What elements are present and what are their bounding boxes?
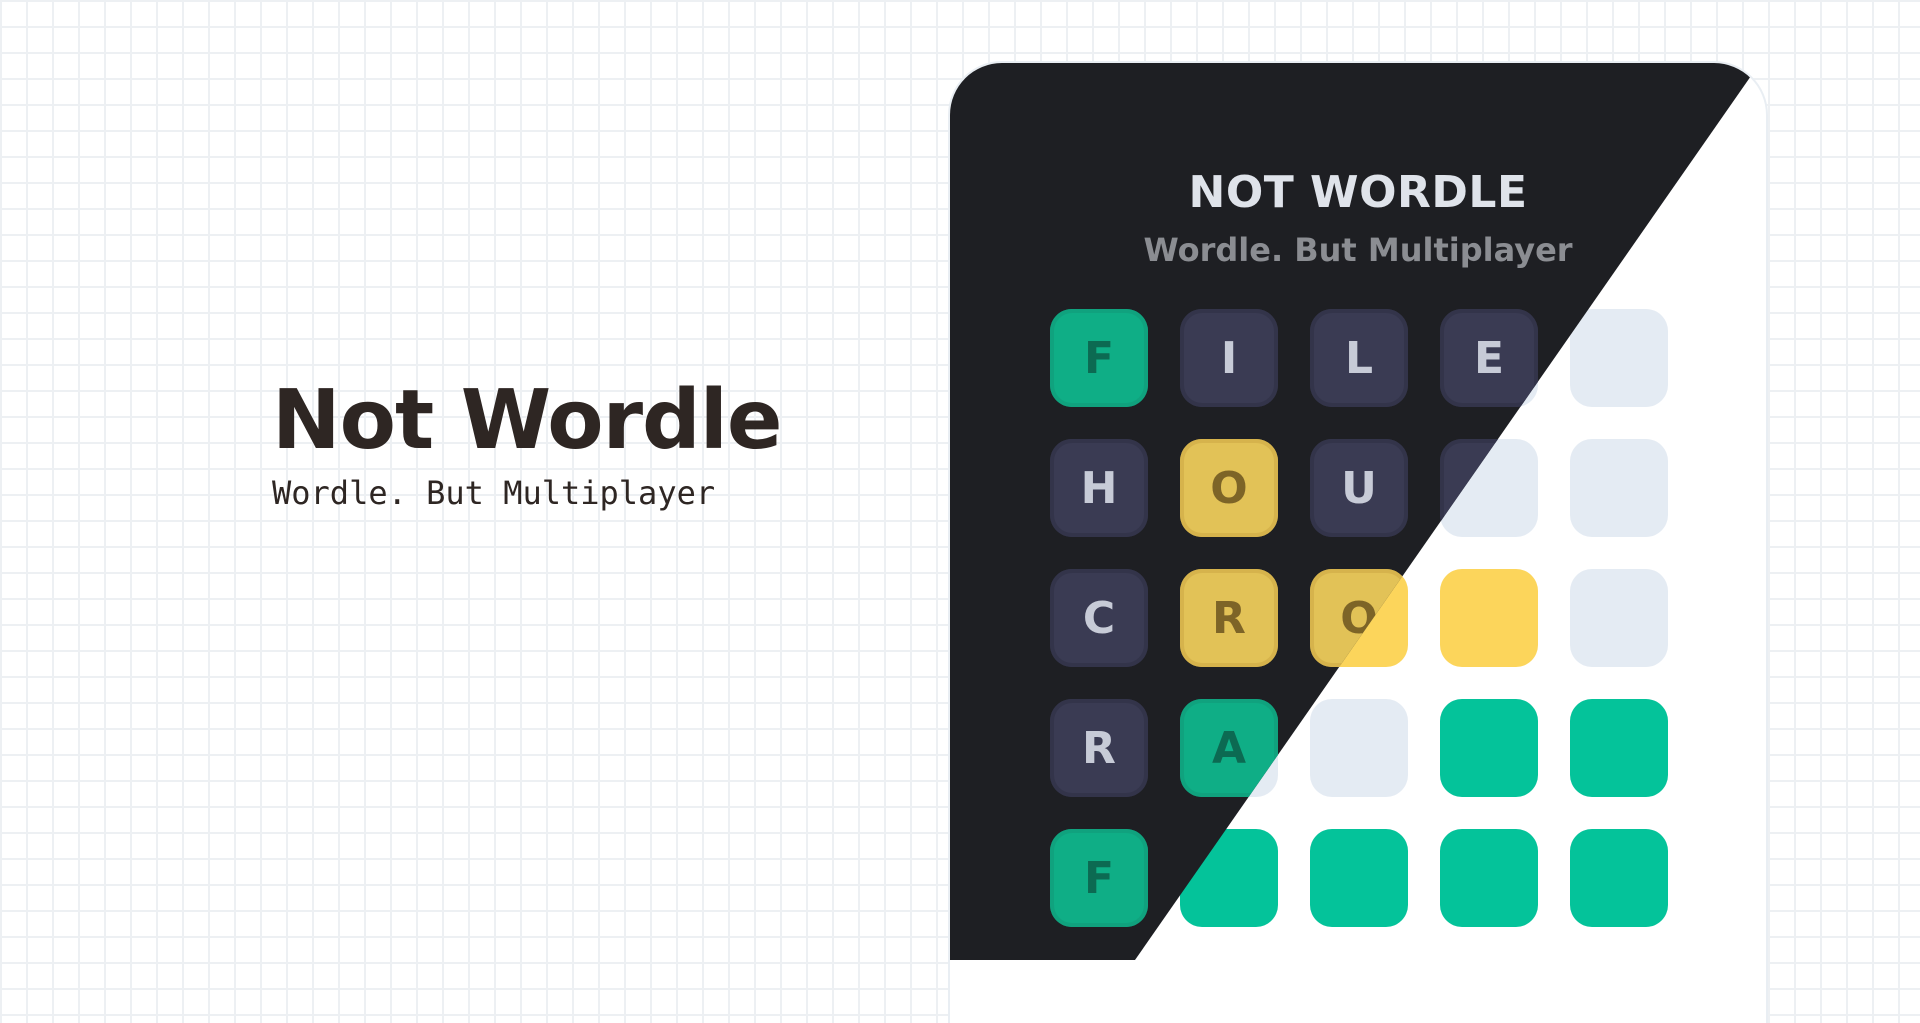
board-tile (1570, 699, 1668, 797)
board-tile: U (1310, 439, 1408, 537)
board-tile (1570, 569, 1668, 667)
board-tile: L (1310, 309, 1408, 407)
board-tile: C (1050, 569, 1148, 667)
board-tile (1310, 699, 1408, 797)
board-tile (1440, 569, 1538, 667)
board-tile: E (1440, 309, 1538, 407)
board-tile: H (1050, 439, 1148, 537)
board-tile: F (1050, 309, 1148, 407)
board-tile: R (1050, 699, 1148, 797)
board-tile (1310, 829, 1408, 927)
board-tile: I (1180, 309, 1278, 407)
board-tile (1570, 439, 1668, 537)
board-tile (1440, 699, 1538, 797)
board-tile: F (1050, 829, 1148, 927)
hero: Not Wordle Wordle. But Multiplayer (272, 373, 782, 513)
game-preview-card: NOT WORDLE Wordle. But Multiplayer FILEH… (950, 63, 1766, 1023)
board-tile: R (1180, 569, 1278, 667)
board-tile: O (1180, 439, 1278, 537)
board-tile (1440, 829, 1538, 927)
card-title: NOT WORDLE (1188, 167, 1528, 218)
hero-subtitle: Wordle. But Multiplayer (272, 474, 716, 512)
board-tile (1570, 309, 1668, 407)
hero-title: Not Wordle (272, 373, 782, 468)
board-tile (1570, 829, 1668, 927)
